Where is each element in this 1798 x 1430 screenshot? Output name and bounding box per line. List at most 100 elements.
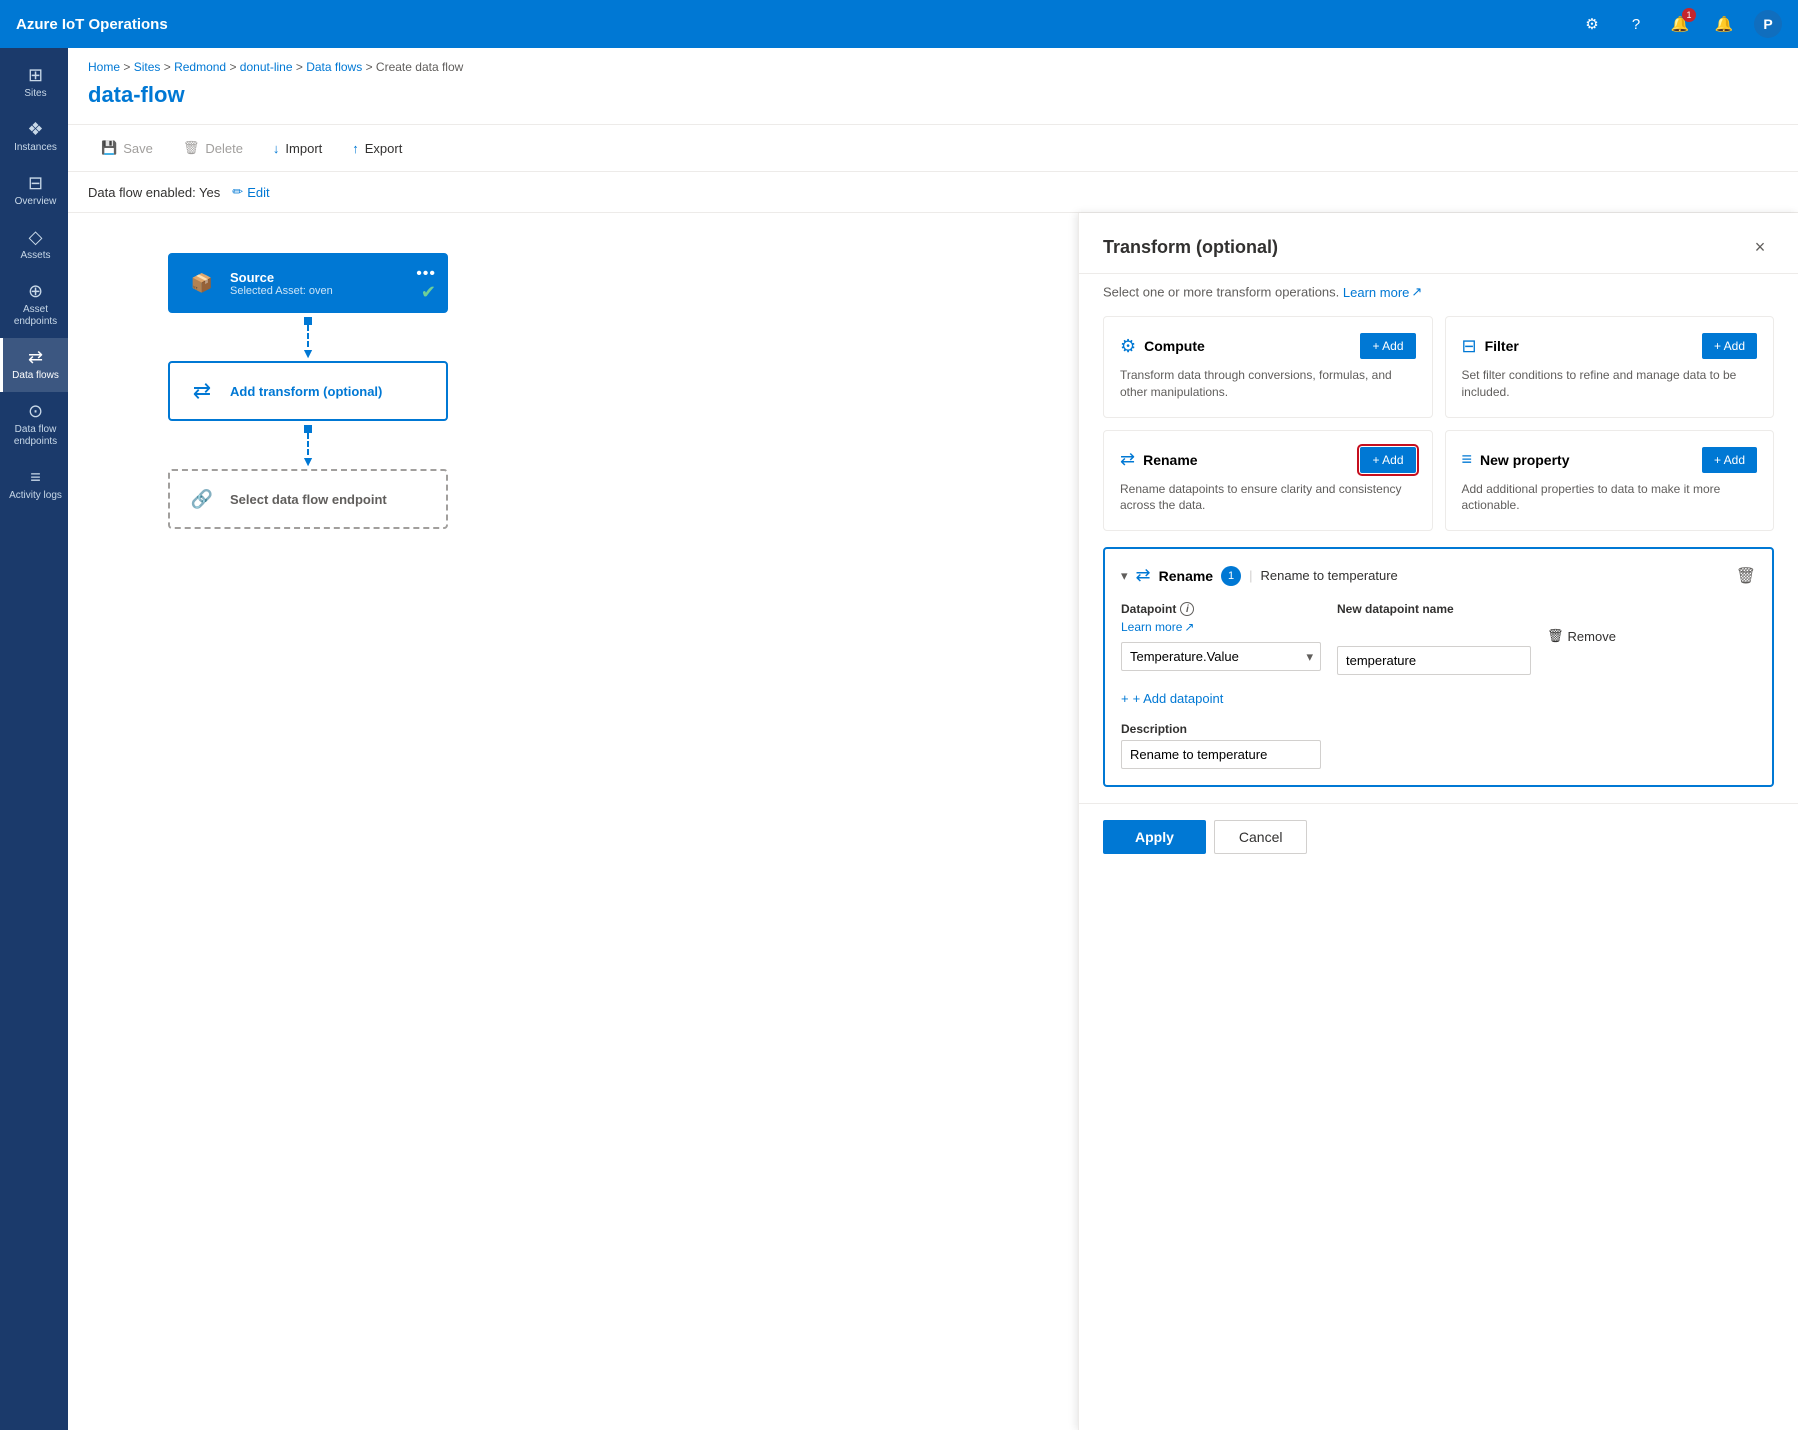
- source-node-status-icon: ✔: [421, 282, 436, 303]
- endpoint-node[interactable]: 🔗 Select data flow endpoint: [168, 469, 448, 529]
- import-button[interactable]: ↓ Import: [260, 134, 335, 163]
- sidebar-item-assets[interactable]: ◇ Assets: [0, 218, 68, 272]
- connector-2: ▼: [301, 421, 315, 469]
- description-section: Description: [1121, 722, 1756, 769]
- sidebar-item-label: Sites: [24, 88, 46, 100]
- sidebar-item-data-flows[interactable]: ⇄ Data flows: [0, 338, 68, 392]
- add-datapoint-icon: +: [1121, 691, 1129, 706]
- new-name-input[interactable]: [1337, 646, 1531, 675]
- panel-header: Transform (optional) ×: [1079, 213, 1798, 274]
- rename-title: Rename: [1143, 452, 1197, 468]
- datapoint-select-wrapper: Temperature.Value: [1121, 642, 1321, 671]
- operations-grid: ⚙ Compute + Add Transform data through c…: [1079, 316, 1798, 547]
- activity-logs-icon: ≡: [30, 468, 41, 486]
- panel-close-button[interactable]: ×: [1746, 233, 1774, 261]
- rename-add-button[interactable]: + Add: [1360, 447, 1415, 473]
- panel-title: Transform (optional): [1103, 237, 1278, 258]
- sidebar-item-activity-logs[interactable]: ≡ Activity logs: [0, 458, 68, 512]
- sidebar-item-overview[interactable]: ⊟ Overview: [0, 164, 68, 218]
- new-property-add-button[interactable]: + Add: [1702, 447, 1757, 473]
- transform-node[interactable]: ⇄ Add transform (optional): [168, 361, 448, 421]
- breadcrumb-redmond[interactable]: Redmond: [174, 60, 226, 74]
- notifications-icon[interactable]: 🔔 1: [1666, 10, 1694, 38]
- panel-footer: Apply Cancel: [1079, 803, 1798, 870]
- compute-add-button[interactable]: + Add: [1360, 333, 1415, 359]
- description-input[interactable]: [1121, 740, 1321, 769]
- datapoint-learn-more-link[interactable]: Learn more ↗: [1121, 620, 1321, 634]
- main-content: Home > Sites > Redmond > donut-line > Da…: [68, 48, 1798, 1430]
- settings-icon[interactable]: ⚙: [1578, 10, 1606, 38]
- delete-button[interactable]: 🗑 Delete: [170, 133, 256, 163]
- transform-panel: Transform (optional) × Select one or mor…: [1078, 213, 1798, 1430]
- import-icon: ↓: [273, 141, 280, 156]
- app-layout: ⊞ Sites ❖ Instances ⊟ Overview ◇ Assets …: [0, 48, 1798, 1430]
- sites-icon: ⊞: [28, 66, 43, 84]
- sidebar-item-sites[interactable]: ⊞ Sites: [0, 56, 68, 110]
- rename-section-icon: ⇄: [1136, 565, 1151, 586]
- assets-icon: ◇: [29, 228, 43, 246]
- apply-button[interactable]: Apply: [1103, 820, 1206, 854]
- flow-diagram: 📦 Source Selected Asset: oven ••• ✔ ▼: [168, 253, 448, 529]
- new-property-desc: Add additional properties to data to mak…: [1462, 481, 1758, 515]
- rename-section-desc: Rename to temperature: [1260, 568, 1397, 583]
- status-bar: Data flow enabled: Yes ✏ Edit: [68, 172, 1798, 213]
- breadcrumb-donut-line[interactable]: donut-line: [240, 60, 293, 74]
- rename-delete-button[interactable]: 🗑: [1736, 566, 1756, 586]
- breadcrumb: Home > Sites > Redmond > donut-line > Da…: [68, 48, 1798, 78]
- new-name-label: New datapoint name: [1337, 602, 1531, 616]
- sidebar-item-label: Instances: [14, 142, 57, 154]
- sidebar-item-label: Assets: [20, 250, 50, 262]
- datapoint-row: Datapoint i Learn more ↗ Temperature.Val…: [1121, 602, 1756, 675]
- source-node[interactable]: 📦 Source Selected Asset: oven ••• ✔: [168, 253, 448, 313]
- sidebar-item-asset-endpoints[interactable]: ⊕ Asset endpoints: [0, 272, 68, 338]
- rename-section-title: Rename: [1159, 568, 1213, 584]
- filter-desc: Set filter conditions to refine and mana…: [1462, 367, 1758, 401]
- filter-card: ⊟ Filter + Add Set filter conditions to …: [1445, 316, 1775, 418]
- alerts-icon[interactable]: 🔔: [1710, 10, 1738, 38]
- sidebar-item-label: Data flows: [12, 370, 59, 382]
- datapoint-select[interactable]: Temperature.Value: [1121, 642, 1321, 671]
- notification-badge: 1: [1682, 8, 1696, 22]
- cancel-button[interactable]: Cancel: [1214, 820, 1308, 854]
- filter-add-button[interactable]: + Add: [1702, 333, 1757, 359]
- panel-learn-more-link[interactable]: Learn more ↗: [1343, 284, 1422, 300]
- datapoint-info-icon: i: [1180, 602, 1194, 616]
- add-datapoint-button[interactable]: + + Add datapoint: [1121, 687, 1223, 710]
- panel-subtitle: Select one or more transform operations.…: [1079, 274, 1798, 316]
- canvas-area: 📦 Source Selected Asset: oven ••• ✔ ▼: [68, 213, 1798, 1430]
- sidebar: ⊞ Sites ❖ Instances ⊟ Overview ◇ Assets …: [0, 48, 68, 1430]
- help-icon[interactable]: ?: [1622, 10, 1650, 38]
- rename-section: ▾ ⇄ Rename 1 | Rename to temperature 🗑 D…: [1103, 547, 1774, 787]
- overview-icon: ⊟: [28, 174, 43, 192]
- delete-icon: 🗑: [183, 140, 200, 156]
- breadcrumb-data-flows[interactable]: Data flows: [306, 60, 362, 74]
- external-link-icon: ↗: [1184, 620, 1194, 634]
- page-title: data-flow: [88, 82, 1778, 108]
- sidebar-item-instances[interactable]: ❖ Instances: [0, 110, 68, 164]
- avatar[interactable]: P: [1754, 10, 1782, 38]
- compute-title: Compute: [1144, 338, 1205, 354]
- connector-1: ▼: [301, 313, 315, 361]
- sidebar-item-label: Activity logs: [9, 490, 62, 502]
- compute-card: ⚙ Compute + Add Transform data through c…: [1103, 316, 1433, 418]
- save-button[interactable]: 💾 Save: [88, 133, 166, 163]
- remove-button[interactable]: 🗑 Remove: [1547, 622, 1616, 650]
- source-node-menu[interactable]: •••: [416, 265, 436, 283]
- export-button[interactable]: ↑ Export: [339, 134, 415, 163]
- edit-icon: ✏: [232, 184, 243, 200]
- sidebar-item-data-flow-endpoints[interactable]: ⊙ Data flow endpoints: [0, 392, 68, 458]
- breadcrumb-sites[interactable]: Sites: [134, 60, 161, 74]
- edit-button[interactable]: ✏ Edit: [232, 184, 269, 200]
- rename-card: ⇄ Rename + Add Rename datapoints to ensu…: [1103, 430, 1433, 532]
- transform-node-icon: ⇄: [186, 375, 218, 407]
- page-title-area: data-flow: [68, 78, 1798, 124]
- filter-title: Filter: [1485, 338, 1519, 354]
- app-title: Azure IoT Operations: [16, 16, 1566, 33]
- sidebar-item-label: Overview: [15, 196, 57, 208]
- rename-collapse-chevron[interactable]: ▾: [1121, 568, 1128, 584]
- source-node-subtitle: Selected Asset: oven: [230, 285, 430, 297]
- breadcrumb-home[interactable]: Home: [88, 60, 120, 74]
- endpoint-node-title: Select data flow endpoint: [230, 492, 430, 507]
- datapoint-label: Datapoint i: [1121, 602, 1321, 616]
- top-nav: Azure IoT Operations ⚙ ? 🔔 1 🔔 P: [0, 0, 1798, 48]
